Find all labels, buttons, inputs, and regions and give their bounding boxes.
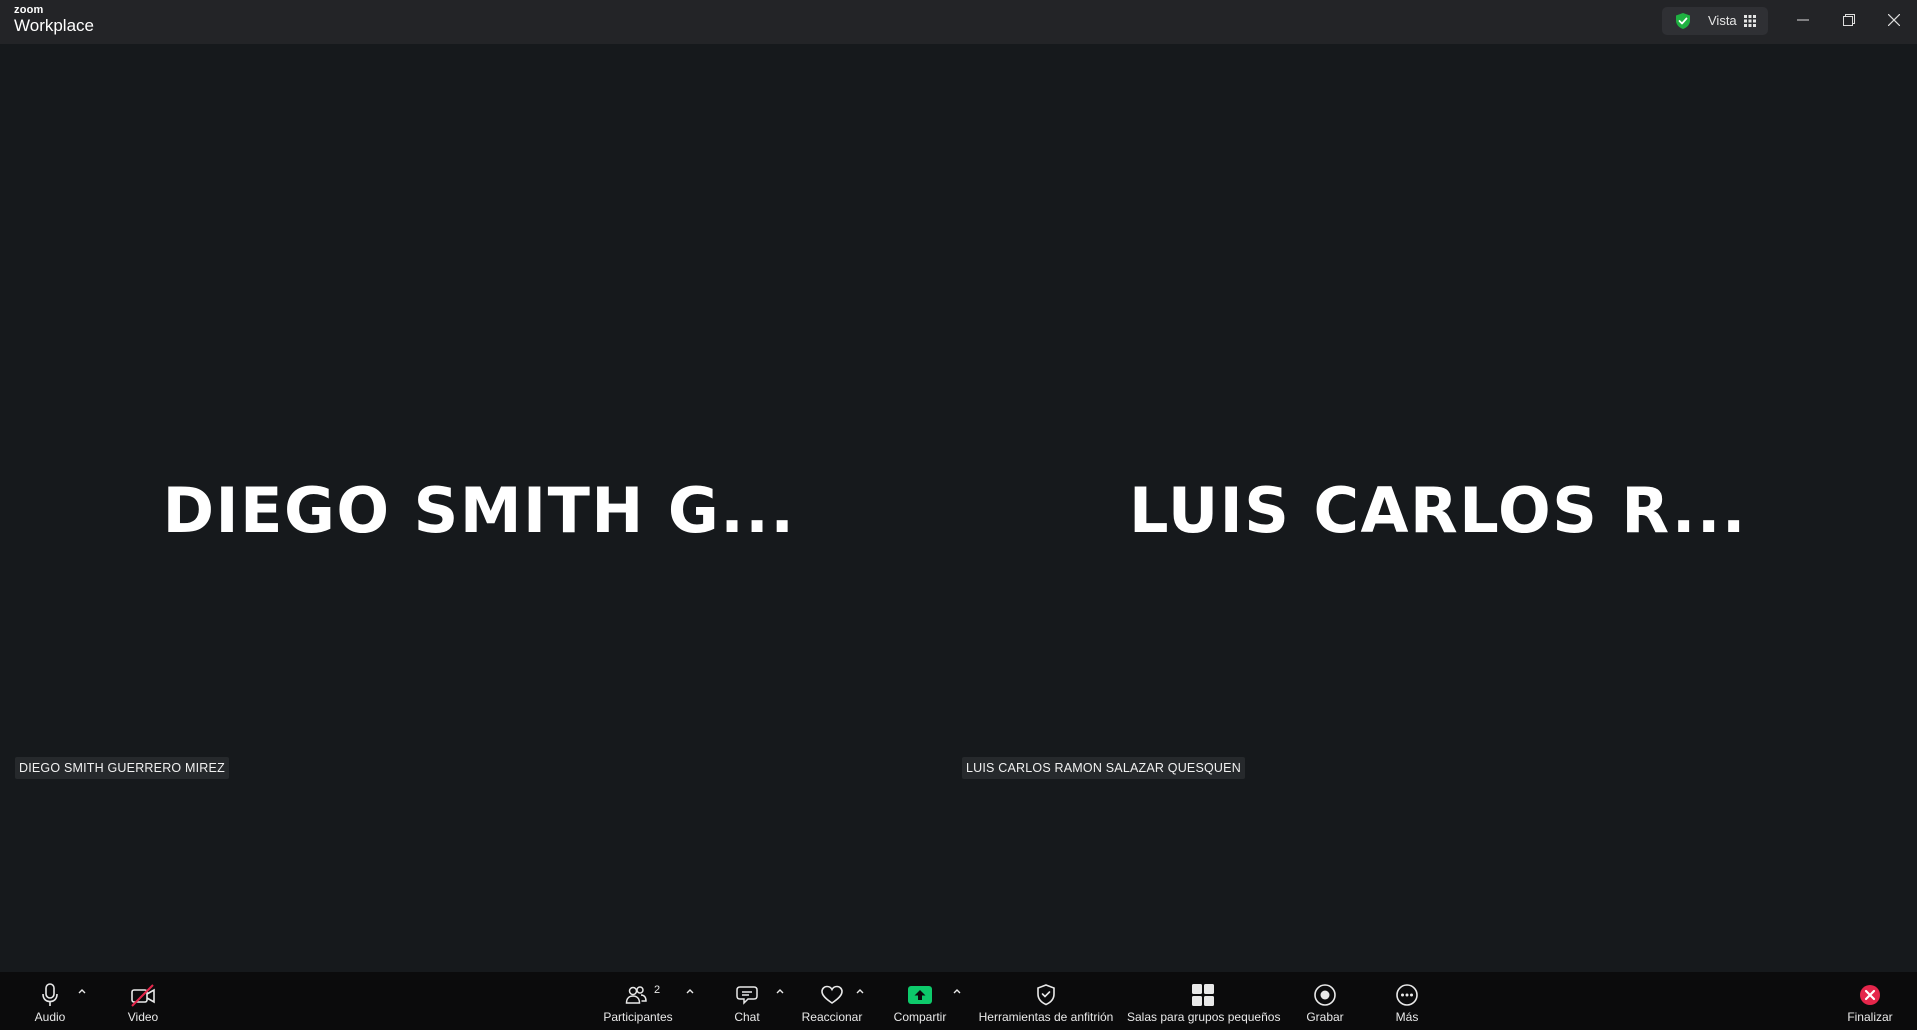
minimize-icon: [1797, 19, 1809, 21]
share-options-caret-icon[interactable]: [952, 987, 962, 997]
restore-icon: [1843, 14, 1855, 26]
video-stage: DIEGO SMITH G... DIEGO SMITH GUERRERO MI…: [0, 44, 1917, 972]
close-icon: [1888, 14, 1900, 26]
participants-button[interactable]: 2 Participantes: [601, 972, 675, 1030]
zoom-workplace-logo: zoom Workplace: [14, 4, 94, 35]
breakout-rooms-icon: [1192, 984, 1214, 1006]
chat-button[interactable]: Chat: [727, 972, 767, 1030]
microphone-icon: [42, 983, 58, 1006]
logo-zoom-text: zoom: [14, 4, 44, 16]
audio-button[interactable]: Audio: [26, 972, 74, 1030]
record-label: Grabar: [1306, 1010, 1344, 1024]
view-label: Vista: [1708, 13, 1737, 28]
end-meeting-label: Finalizar: [1847, 1010, 1893, 1024]
video-off-icon: [131, 984, 155, 1007]
audio-label: Audio: [34, 1010, 66, 1024]
participant-display-name: LUIS CARLOS R...: [1129, 474, 1747, 547]
share-screen-button[interactable]: Compartir: [890, 972, 950, 1030]
more-button[interactable]: Más: [1383, 972, 1431, 1030]
react-label: Reaccionar: [801, 1010, 863, 1024]
more-label: Más: [1395, 1010, 1419, 1024]
title-bar: zoom Workplace Vista: [0, 0, 1917, 44]
react-options-caret-icon[interactable]: [855, 987, 865, 997]
view-button[interactable]: Vista: [1662, 7, 1768, 35]
breakout-rooms-label: Salas para grupos pequeños: [1127, 1010, 1281, 1024]
chat-options-caret-icon[interactable]: [775, 987, 785, 997]
record-icon: [1314, 984, 1336, 1006]
chat-icon: [736, 986, 758, 1005]
participant-tile[interactable]: LUIS CARLOS R... LUIS CARLOS RAMON SALAZ…: [959, 44, 1917, 972]
host-tools-button[interactable]: Herramientas de anfitrión: [976, 972, 1116, 1030]
react-button[interactable]: Reaccionar: [800, 972, 864, 1030]
end-meeting-icon: [1860, 985, 1880, 1005]
heart-icon: [821, 985, 843, 1004]
meeting-toolbar: Audio Video 2 Participantes Chat Reaccio…: [0, 972, 1917, 1030]
restore-button[interactable]: [1826, 0, 1872, 40]
participant-name-tag: LUIS CARLOS RAMON SALAZAR QUESQUEN: [962, 757, 1245, 779]
participant-display-name: DIEGO SMITH G...: [162, 474, 796, 547]
participants-icon: [625, 986, 647, 1004]
more-icon: [1396, 984, 1418, 1006]
video-label: Video: [127, 1010, 159, 1024]
participant-tile[interactable]: DIEGO SMITH G... DIEGO SMITH GUERRERO MI…: [0, 44, 958, 972]
participants-options-caret-icon[interactable]: [685, 987, 695, 997]
share-screen-icon: [908, 986, 932, 1004]
breakout-rooms-button[interactable]: Salas para grupos pequeños: [1127, 972, 1281, 1030]
close-button[interactable]: [1871, 0, 1917, 40]
minimize-button[interactable]: [1780, 0, 1826, 40]
end-meeting-button[interactable]: Finalizar: [1843, 972, 1897, 1030]
logo-workplace-text: Workplace: [14, 16, 94, 35]
participants-count: 2: [654, 984, 661, 996]
chat-label: Chat: [734, 1010, 760, 1024]
audio-options-caret-icon[interactable]: [77, 987, 87, 997]
participant-name-tag: DIEGO SMITH GUERRERO MIREZ: [15, 757, 229, 779]
host-tools-label: Herramientas de anfitrión: [978, 1010, 1114, 1024]
host-shield-icon: [1037, 984, 1055, 1006]
video-button[interactable]: Video: [118, 972, 168, 1030]
participants-label: Participantes: [603, 1010, 673, 1024]
record-button[interactable]: Grabar: [1301, 972, 1349, 1030]
grid-view-icon: [1744, 15, 1756, 27]
share-label: Compartir: [893, 1010, 947, 1024]
encryption-shield-icon[interactable]: [1674, 12, 1692, 30]
